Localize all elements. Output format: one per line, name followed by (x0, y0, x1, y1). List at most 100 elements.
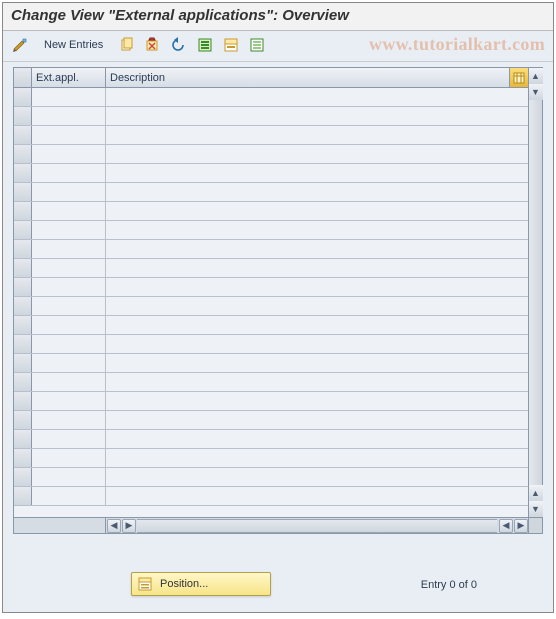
scroll-up-button[interactable]: ▲ (529, 68, 543, 84)
new-entries-button[interactable]: New Entries (35, 34, 112, 56)
cell-ext[interactable] (32, 183, 106, 201)
vertical-scrollbar[interactable]: ▲ ▼ ▲ ▼ (528, 68, 542, 517)
delete-button[interactable] (142, 34, 164, 56)
cell-ext[interactable] (32, 126, 106, 144)
cell-ext[interactable] (32, 202, 106, 220)
undo-button[interactable] (168, 34, 190, 56)
select-block-button[interactable] (220, 34, 242, 56)
row-selector[interactable] (14, 259, 32, 277)
position-button[interactable]: Position... (131, 572, 271, 596)
select-all-button[interactable] (194, 34, 216, 56)
cell-ext[interactable] (32, 145, 106, 163)
row-selector[interactable] (14, 164, 32, 182)
table-row[interactable] (14, 468, 528, 487)
cell-ext[interactable] (32, 411, 106, 429)
cell-description[interactable] (106, 221, 528, 239)
table-row[interactable] (14, 164, 528, 183)
table-row[interactable] (14, 335, 528, 354)
hscroll-left-button[interactable]: ◀ (107, 519, 121, 533)
hscroll-right2-button[interactable]: ▶ (514, 519, 528, 533)
select-all-header[interactable] (14, 68, 32, 87)
hscroll-right-button[interactable]: ▶ (122, 519, 136, 533)
copy-button[interactable] (116, 34, 138, 56)
cell-ext[interactable] (32, 240, 106, 258)
row-selector[interactable] (14, 202, 32, 220)
table-row[interactable] (14, 183, 528, 202)
cell-description[interactable] (106, 145, 528, 163)
cell-ext[interactable] (32, 392, 106, 410)
cell-ext[interactable] (32, 316, 106, 334)
cell-description[interactable] (106, 449, 528, 467)
table-row[interactable] (14, 221, 528, 240)
cell-ext[interactable] (32, 430, 106, 448)
cell-ext[interactable] (32, 335, 106, 353)
cell-ext[interactable] (32, 259, 106, 277)
cell-ext[interactable] (32, 164, 106, 182)
cell-description[interactable] (106, 487, 528, 505)
row-selector[interactable] (14, 107, 32, 125)
cell-description[interactable] (106, 126, 528, 144)
table-row[interactable] (14, 297, 528, 316)
table-row[interactable] (14, 145, 528, 164)
row-selector[interactable] (14, 240, 32, 258)
cell-description[interactable] (106, 354, 528, 372)
cell-ext[interactable] (32, 297, 106, 315)
row-selector[interactable] (14, 392, 32, 410)
row-selector[interactable] (14, 278, 32, 296)
row-selector[interactable] (14, 487, 32, 505)
hscroll-track[interactable] (137, 519, 497, 533)
column-header-description[interactable]: Description (106, 68, 510, 87)
deselect-all-button[interactable] (246, 34, 268, 56)
cell-description[interactable] (106, 278, 528, 296)
table-row[interactable] (14, 411, 528, 430)
cell-description[interactable] (106, 240, 528, 258)
configure-columns-button[interactable] (510, 68, 528, 87)
scroll-up-bottom-button[interactable]: ▲ (529, 485, 543, 501)
row-selector[interactable] (14, 354, 32, 372)
table-row[interactable] (14, 259, 528, 278)
table-row[interactable] (14, 202, 528, 221)
row-selector[interactable] (14, 335, 32, 353)
row-selector[interactable] (14, 468, 32, 486)
cell-description[interactable] (106, 107, 528, 125)
cell-ext[interactable] (32, 221, 106, 239)
row-selector[interactable] (14, 316, 32, 334)
cell-description[interactable] (106, 164, 528, 182)
table-row[interactable] (14, 354, 528, 373)
table-row[interactable] (14, 316, 528, 335)
hscroll-left2-button[interactable]: ◀ (499, 519, 513, 533)
table-row[interactable] (14, 430, 528, 449)
cell-description[interactable] (106, 430, 528, 448)
row-selector[interactable] (14, 183, 32, 201)
scroll-down-bottom-button[interactable]: ▼ (529, 501, 543, 517)
row-selector[interactable] (14, 126, 32, 144)
table-row[interactable] (14, 126, 528, 145)
row-selector[interactable] (14, 430, 32, 448)
row-selector[interactable] (14, 145, 32, 163)
row-selector[interactable] (14, 88, 32, 106)
row-selector[interactable] (14, 373, 32, 391)
cell-description[interactable] (106, 411, 528, 429)
horizontal-scrollbar[interactable]: ◀ ▶ ◀ ▶ (14, 517, 528, 533)
cell-ext[interactable] (32, 354, 106, 372)
cell-ext[interactable] (32, 278, 106, 296)
cell-description[interactable] (106, 316, 528, 334)
cell-description[interactable] (106, 259, 528, 277)
cell-ext[interactable] (32, 88, 106, 106)
row-selector[interactable] (14, 221, 32, 239)
table-row[interactable] (14, 88, 528, 107)
cell-ext[interactable] (32, 373, 106, 391)
cell-ext[interactable] (32, 487, 106, 505)
column-header-ext[interactable]: Ext.appl. (32, 68, 106, 87)
cell-ext[interactable] (32, 107, 106, 125)
table-row[interactable] (14, 373, 528, 392)
cell-description[interactable] (106, 373, 528, 391)
cell-ext[interactable] (32, 449, 106, 467)
scroll-down-button[interactable]: ▼ (529, 84, 543, 100)
table-row[interactable] (14, 107, 528, 126)
cell-ext[interactable] (32, 468, 106, 486)
row-selector[interactable] (14, 297, 32, 315)
cell-description[interactable] (106, 183, 528, 201)
cell-description[interactable] (106, 335, 528, 353)
table-row[interactable] (14, 240, 528, 259)
